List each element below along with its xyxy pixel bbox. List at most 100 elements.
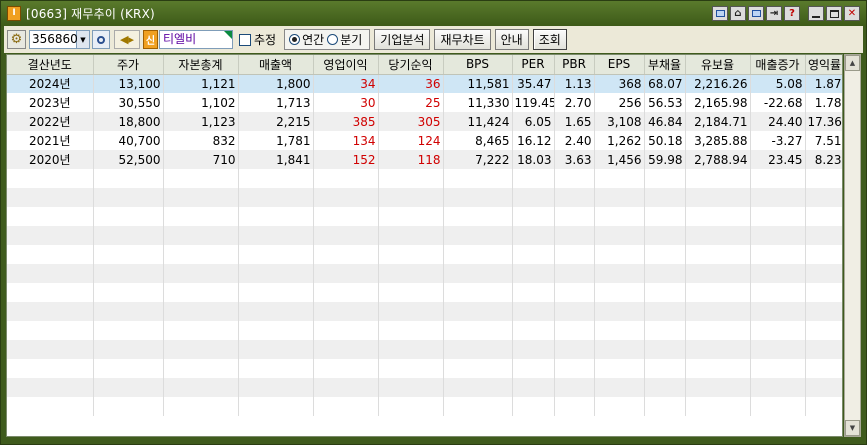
empty-cell xyxy=(644,340,686,359)
estimate-checkbox[interactable] xyxy=(239,33,251,46)
table-cell: 368 xyxy=(594,74,645,93)
column-header[interactable]: 결산년도 xyxy=(7,55,94,75)
table-cell: 23.45 xyxy=(750,150,806,169)
empty-cell xyxy=(163,302,239,321)
annual-radio[interactable] xyxy=(289,34,301,45)
empty-row xyxy=(7,302,842,321)
table-cell: 2.40 xyxy=(554,131,595,150)
table-cell: 30,550 xyxy=(93,93,164,112)
empty-cell xyxy=(512,207,555,226)
empty-cell xyxy=(750,264,806,283)
search-button[interactable]: 조회 xyxy=(532,29,567,50)
empty-cell xyxy=(685,283,751,302)
title-bar[interactable]: I [0663] 재무추이 (KRX) ⌂ ⇥ ? ✕ xyxy=(1,1,866,26)
table-cell: 11,424 xyxy=(443,112,513,131)
vertical-scrollbar[interactable]: ▲ ▼ xyxy=(844,54,861,437)
empty-cell xyxy=(378,359,444,378)
empty-cell xyxy=(750,169,806,188)
empty-cell xyxy=(163,264,239,283)
table-row[interactable]: 2023년 30,550 1,102 1,713 30 25 11,330 119.45 2.7… xyxy=(7,93,842,112)
empty-cell xyxy=(238,378,314,397)
column-header[interactable]: PER xyxy=(512,55,555,75)
speaker-icon[interactable]: ◀▸ xyxy=(114,30,140,49)
column-header[interactable]: EPS xyxy=(594,55,645,75)
empty-cell xyxy=(512,302,555,321)
maximize-icon[interactable] xyxy=(826,6,842,21)
empty-cell xyxy=(750,283,806,302)
link-window-icon[interactable] xyxy=(712,6,728,21)
empty-cell xyxy=(7,264,94,283)
empty-cell xyxy=(750,340,806,359)
column-header[interactable]: 영익률 xyxy=(805,55,842,75)
empty-cell xyxy=(7,188,94,207)
table-cell: 46.84 xyxy=(644,112,686,131)
column-header[interactable]: 매출액 xyxy=(238,55,314,75)
empty-cell xyxy=(93,188,164,207)
table-cell: 832 xyxy=(163,131,239,150)
empty-cell xyxy=(7,245,94,264)
pin-icon[interactable]: ⌂ xyxy=(730,6,746,21)
code-search-icon[interactable] xyxy=(92,30,110,49)
close-icon[interactable]: ✕ xyxy=(844,6,860,21)
code-dropdown-arrow-icon[interactable]: ▼ xyxy=(77,30,90,49)
stock-code-input[interactable]: 356860 xyxy=(29,30,78,49)
empty-cell xyxy=(163,245,239,264)
empty-cell xyxy=(93,359,164,378)
empty-row xyxy=(7,188,842,207)
empty-cell xyxy=(93,264,164,283)
empty-cell xyxy=(163,321,239,340)
fiscal-year-cell: 2021년 xyxy=(7,131,94,150)
empty-cell xyxy=(685,359,751,378)
empty-cell xyxy=(313,378,379,397)
empty-cell xyxy=(313,188,379,207)
empty-cell xyxy=(238,283,314,302)
guide-button[interactable]: 안내 xyxy=(494,29,529,50)
column-header[interactable]: 부채율 xyxy=(644,55,686,75)
column-header[interactable]: PBR xyxy=(554,55,595,75)
financial-chart-button[interactable]: 재무차트 xyxy=(434,29,491,50)
column-header[interactable]: 유보율 xyxy=(685,55,751,75)
table-row[interactable]: 2020년 52,500 710 1,841 152 118 7,222 18.03 3.63 1… xyxy=(7,150,842,169)
empty-cell xyxy=(805,169,842,188)
empty-cell xyxy=(594,188,645,207)
table-cell: 1.65 xyxy=(554,112,595,131)
empty-cell xyxy=(443,340,513,359)
empty-cell xyxy=(238,169,314,188)
column-header[interactable]: 매출증가 xyxy=(750,55,806,75)
minimize-icon[interactable] xyxy=(808,6,824,21)
column-header[interactable]: 영업이익 xyxy=(313,55,379,75)
empty-cell xyxy=(594,169,645,188)
scroll-down-arrow-icon[interactable]: ▼ xyxy=(845,420,860,436)
settings-gear-icon[interactable]: ⚙ xyxy=(7,30,26,49)
table-row[interactable]: 2022년 18,800 1,123 2,215 385 305 11,424 6.05 1.6… xyxy=(7,112,842,131)
copy-window-icon[interactable] xyxy=(748,6,764,21)
column-header[interactable]: 주가 xyxy=(93,55,164,75)
empty-cell xyxy=(594,302,645,321)
column-header[interactable]: 당기순익 xyxy=(378,55,444,75)
column-header[interactable]: BPS xyxy=(443,55,513,75)
financial-table[interactable]: 결산년도 주가 자본총계 매출액 영업이익 당기순익 BPS PER PBR E… xyxy=(6,54,843,437)
column-header[interactable]: 자본총계 xyxy=(163,55,239,75)
company-analysis-button[interactable]: 기업분석 xyxy=(374,29,431,50)
empty-cell xyxy=(685,264,751,283)
export-icon[interactable]: ⇥ xyxy=(766,6,782,21)
table-row[interactable]: 2021년 40,700 832 1,781 134 124 8,465 16.12 2.40 1… xyxy=(7,131,842,150)
quarter-radio[interactable] xyxy=(327,34,339,45)
empty-cell xyxy=(554,245,595,264)
estimate-checkbox-group[interactable]: 추정 xyxy=(239,31,276,48)
help-icon[interactable]: ? xyxy=(784,6,800,21)
empty-cell xyxy=(685,245,751,264)
table-row[interactable]: 2024년 13,100 1,121 1,800 34 36 11,581 35.47 1.13… xyxy=(7,74,842,93)
empty-cell xyxy=(443,169,513,188)
table-cell: 710 xyxy=(163,150,239,169)
table-cell: 1.87 xyxy=(805,74,842,93)
empty-cell xyxy=(685,188,751,207)
empty-cell xyxy=(805,340,842,359)
empty-row xyxy=(7,207,842,226)
table-cell: 1,800 xyxy=(238,74,314,93)
scroll-up-arrow-icon[interactable]: ▲ xyxy=(845,55,860,71)
empty-cell xyxy=(594,283,645,302)
estimate-label: 추정 xyxy=(254,33,277,47)
empty-cell xyxy=(93,340,164,359)
empty-cell xyxy=(163,378,239,397)
